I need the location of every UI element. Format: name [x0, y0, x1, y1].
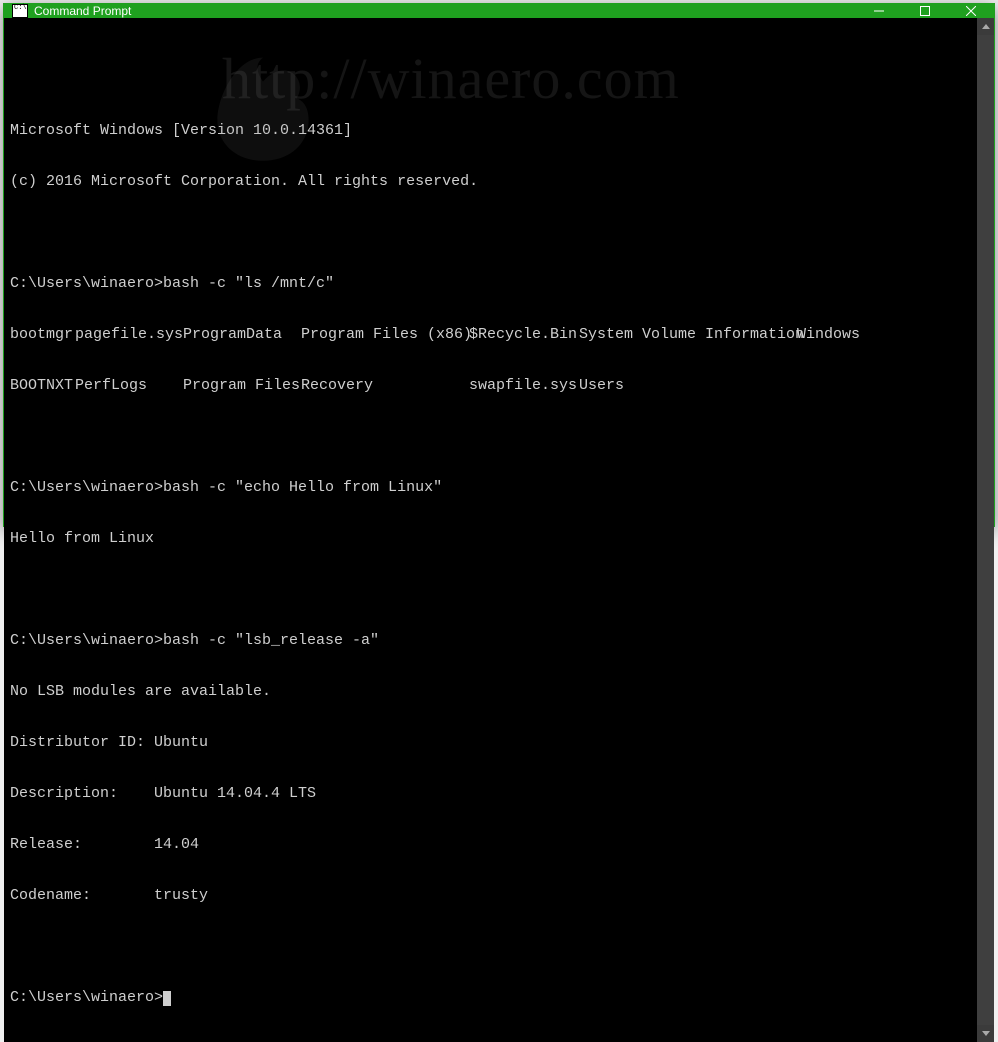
scroll-track[interactable]: [977, 35, 994, 1025]
scroll-up-button[interactable]: [977, 18, 994, 35]
lsb-line-5: Codename: trusty: [10, 887, 977, 904]
prompt-line-1: C:\Users\winaero>bash -c "ls /mnt/c": [10, 275, 977, 292]
titlebar[interactable]: Command Prompt: [4, 4, 994, 18]
echo-output: Hello from Linux: [10, 530, 977, 547]
lsb-line-3: Description: Ubuntu 14.04.4 LTS: [10, 785, 977, 802]
lsb-line-4: Release: 14.04: [10, 836, 977, 853]
maximize-icon: [920, 6, 930, 16]
final-prompt-line: C:\Users\winaero>: [10, 989, 977, 1006]
command-prompt-window: Command Prompt http://winaero.com Micros…: [3, 3, 995, 527]
close-icon: [966, 6, 976, 16]
maximize-button[interactable]: [902, 4, 948, 18]
scroll-down-button[interactable]: [977, 1025, 994, 1042]
close-button[interactable]: [948, 4, 994, 18]
vertical-scrollbar[interactable]: [977, 18, 994, 1042]
terminal-output[interactable]: http://winaero.com Microsoft Windows [Ve…: [4, 18, 977, 1042]
client-area: http://winaero.com Microsoft Windows [Ve…: [4, 18, 994, 1042]
chevron-up-icon: [982, 24, 990, 29]
version-line: Microsoft Windows [Version 10.0.14361]: [10, 122, 977, 139]
prompt-line-2: C:\Users\winaero>bash -c "echo Hello fro…: [10, 479, 977, 496]
watermark-logo: [203, 48, 323, 168]
ls-output-row-2: BOOTNXTPerfLogsProgram FilesRecoveryswap…: [10, 377, 977, 394]
text-cursor: [163, 991, 171, 1006]
minimize-icon: [874, 6, 884, 16]
lsb-line-1: No LSB modules are available.: [10, 683, 977, 700]
lsb-line-2: Distributor ID: Ubuntu: [10, 734, 977, 751]
scroll-thumb[interactable]: [977, 35, 994, 1025]
ls-output-row-1: bootmgrpagefile.sysProgramDataProgram Fi…: [10, 326, 977, 343]
window-title: Command Prompt: [34, 4, 131, 18]
window-controls: [856, 4, 994, 18]
copyright-line: (c) 2016 Microsoft Corporation. All righ…: [10, 173, 977, 190]
watermark-text: http://winaero.com: [222, 70, 680, 87]
cmd-icon: [12, 4, 28, 18]
minimize-button[interactable]: [856, 4, 902, 18]
prompt-line-3: C:\Users\winaero>bash -c "lsb_release -a…: [10, 632, 977, 649]
chevron-down-icon: [982, 1031, 990, 1036]
